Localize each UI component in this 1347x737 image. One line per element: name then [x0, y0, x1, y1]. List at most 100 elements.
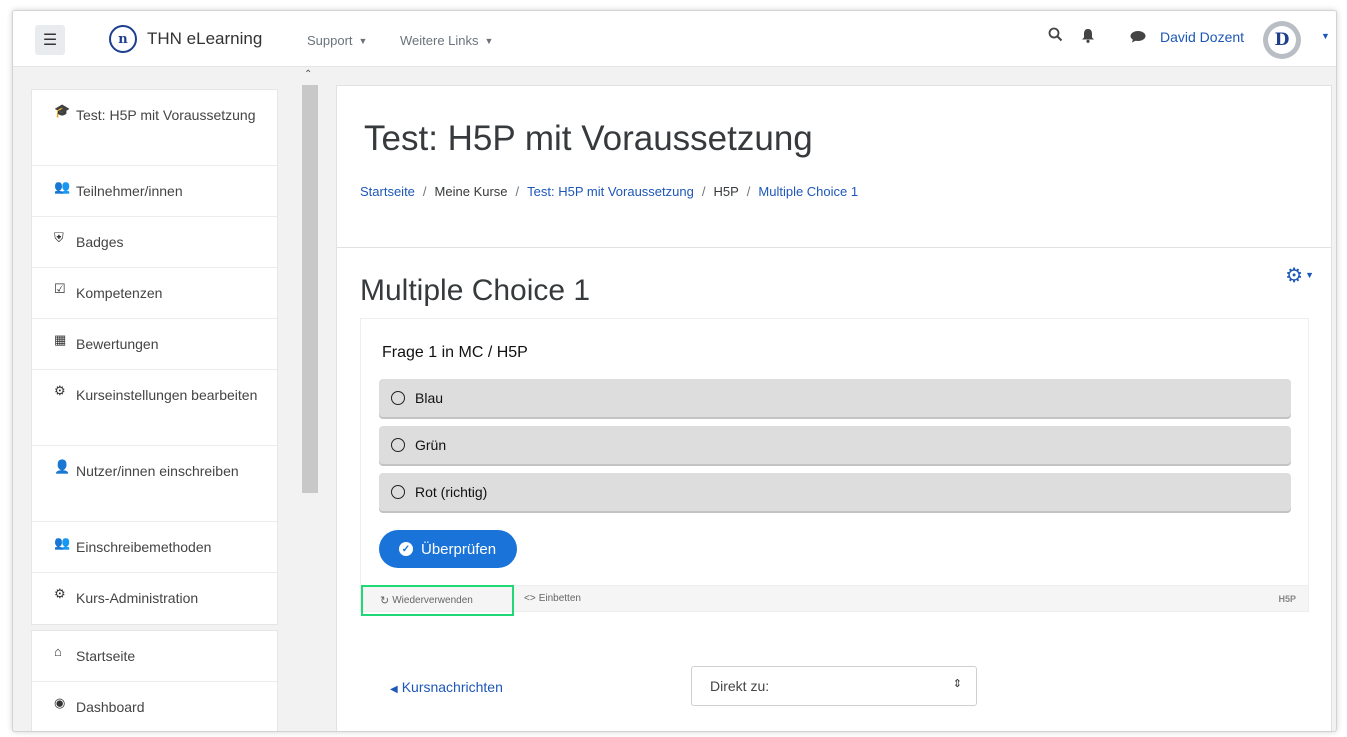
course-nav-group: 🎓 Test: H5P mit Voraussetzung 👥 Teilnehm…	[31, 89, 278, 625]
chevron-down-icon: ▼	[484, 36, 494, 46]
prev-activity-label: Kursnachrichten	[401, 679, 503, 695]
breadcrumb-separator: /	[515, 184, 520, 199]
dashboard-icon: ◉	[54, 695, 66, 710]
jump-to-value: Direkt zu:	[710, 678, 770, 694]
answer-option[interactable]: Blau	[379, 379, 1291, 417]
user-plus-icon: 👤	[54, 459, 71, 474]
course-sidebar: 🎓 Test: H5P mit Voraussetzung 👥 Teilnehm…	[31, 89, 278, 731]
browser-window: ☰ n THN eLearning Support ▼ Weitere Links…	[12, 10, 1337, 732]
breadcrumb-my-courses: Meine Kurse	[434, 184, 508, 199]
nav-weitere-links-label: Weitere Links	[400, 33, 479, 48]
sidebar-item-label: Badges	[76, 234, 124, 250]
sidebar-item-competencies[interactable]: ☑ Kompetenzen	[32, 268, 277, 319]
scrollbar-thumb[interactable]	[302, 85, 318, 493]
search-icon[interactable]	[1048, 27, 1063, 45]
chat-bubble-icon[interactable]	[1130, 30, 1146, 46]
sidebar-item-enrol-methods[interactable]: 👥 Einschreibemethoden	[32, 522, 277, 573]
gear-icon: ⚙	[54, 586, 66, 601]
radio-icon	[391, 485, 405, 499]
answer-option[interactable]: Grün	[379, 426, 1291, 464]
scroll-up-arrow-icon[interactable]: ⌃	[304, 69, 312, 80]
jump-to-select[interactable]: Direkt zu: ⇕	[691, 666, 977, 706]
embed-label: Einbetten	[538, 593, 581, 604]
sidebar-item-course-settings[interactable]: ⚙ Kurseinstellungen bearbeiten	[32, 370, 277, 446]
activity-card: Multiple Choice 1 ⚙ ▼ Frage 1 in MC / H5P…	[336, 247, 1332, 731]
refresh-icon: ↻	[380, 595, 390, 607]
nav-weitere-links[interactable]: Weitere Links ▼	[400, 33, 493, 48]
checkbox-icon: ☑	[54, 281, 66, 296]
sidebar-item-label: Kurs-Administration	[76, 590, 199, 606]
breadcrumb-separator: /	[746, 184, 751, 199]
answer-label: Blau	[415, 390, 444, 406]
chevron-down-icon: ▼	[1305, 270, 1314, 280]
sidebar-item-enrol-users[interactable]: 👤 Nutzer/innen einschreiben	[32, 446, 277, 522]
sidebar-item-label: Test: H5P mit Voraussetzung	[76, 107, 256, 123]
breadcrumb-home[interactable]: Startseite	[360, 184, 415, 199]
sidebar-item-badges[interactable]: ⛨ Badges	[32, 217, 277, 268]
embed-button[interactable]: <> Einbetten	[524, 593, 581, 604]
home-icon: ⌂	[54, 644, 62, 659]
page-title: Test: H5P mit Voraussetzung	[364, 119, 813, 158]
sidebar-item-course[interactable]: 🎓 Test: H5P mit Voraussetzung	[32, 90, 277, 166]
sidebar-item-home[interactable]: ⌂ Startseite	[32, 631, 277, 682]
breadcrumb: Startseite / Meine Kurse / Test: H5P mit Vor…	[360, 184, 858, 199]
breadcrumb-course[interactable]: Test: H5P mit Voraussetzung	[527, 184, 694, 199]
sidebar-item-participants[interactable]: 👥 Teilnehmer/innen	[32, 166, 277, 217]
logo-letter: n	[118, 31, 128, 47]
top-navbar: ☰ n THN eLearning Support ▼ Weitere Links…	[13, 11, 1336, 67]
user-menu-name[interactable]: David Dozent	[1160, 29, 1244, 45]
site-nav-group: ⌂ Startseite ◉ Dashboard	[31, 630, 278, 731]
sidebar-item-grades[interactable]: ▦ Bewertungen	[32, 319, 277, 370]
prev-activity-link[interactable]: ◀ Kursnachrichten	[390, 679, 503, 695]
sidebar-item-label: Nutzer/innen einschreiben	[76, 463, 239, 479]
site-name[interactable]: THN eLearning	[147, 29, 262, 49]
activity-title: Multiple Choice 1	[360, 274, 591, 307]
reuse-button[interactable]: ↻ Wiederverwenden	[361, 585, 514, 616]
breadcrumb-section: H5P	[713, 184, 739, 199]
nav-support-label: Support	[307, 33, 353, 48]
menu-toggle-icon[interactable]: ☰	[35, 25, 65, 55]
graduation-cap-icon: 🎓	[54, 103, 71, 118]
gear-icon: ⚙	[1285, 265, 1304, 287]
sidebar-item-label: Dashboard	[76, 699, 145, 715]
chevron-down-icon[interactable]: ▼	[1321, 31, 1330, 41]
sidebar-item-label: Bewertungen	[76, 336, 159, 352]
chevron-down-icon: ▼	[358, 36, 368, 46]
check-circle-icon: ✓	[399, 542, 413, 556]
sidebar-item-label: Einschreibemethoden	[76, 539, 212, 555]
users-icon: 👥	[54, 179, 71, 194]
breadcrumb-separator: /	[422, 184, 427, 199]
sidebar-scrollbar[interactable]: ⌃	[300, 67, 320, 731]
nav-support[interactable]: Support ▼	[307, 33, 367, 48]
answer-option[interactable]: Rot (richtig)	[379, 473, 1291, 511]
question-text: Frage 1 in MC / H5P	[382, 344, 528, 361]
breadcrumb-separator: /	[701, 184, 706, 199]
h5p-content: Frage 1 in MC / H5P Blau Grün Rot (richt…	[360, 318, 1309, 616]
answer-label: Rot (richtig)	[415, 484, 488, 500]
reuse-label: Wiederverwenden	[392, 595, 473, 606]
bell-icon[interactable]	[1081, 28, 1095, 46]
avatar[interactable]: D	[1263, 21, 1301, 59]
site-logo[interactable]: n	[109, 25, 137, 53]
sidebar-item-label: Teilnehmer/innen	[76, 183, 183, 199]
select-arrows-icon: ⇕	[952, 678, 962, 690]
page-header-card: Test: H5P mit Voraussetzung Startseite / M…	[336, 85, 1332, 257]
breadcrumb-activity[interactable]: Multiple Choice 1	[758, 184, 858, 199]
sidebar-item-label: Startseite	[76, 648, 136, 664]
h5p-logo[interactable]: H5P	[1278, 594, 1296, 604]
answer-label: Grün	[415, 437, 447, 453]
table-icon: ▦	[54, 332, 67, 347]
check-button[interactable]: ✓ Überprüfen	[379, 530, 518, 568]
avatar-initial: D	[1268, 26, 1296, 54]
gear-icon: ⚙	[54, 383, 66, 398]
activity-settings-menu[interactable]: ⚙ ▼	[1285, 263, 1314, 288]
check-button-label: Überprüfen	[421, 540, 497, 558]
radio-icon	[391, 438, 405, 452]
sidebar-item-dashboard[interactable]: ◉ Dashboard	[32, 682, 277, 731]
code-icon: <>	[524, 593, 536, 604]
sidebar-item-course-admin[interactable]: ⚙ Kurs-Administration	[32, 573, 277, 624]
sidebar-item-label: Kurseinstellungen bearbeiten	[76, 387, 258, 403]
users-icon: 👥	[54, 535, 71, 550]
sidebar-item-label: Kompetenzen	[76, 285, 163, 301]
radio-icon	[391, 391, 405, 405]
